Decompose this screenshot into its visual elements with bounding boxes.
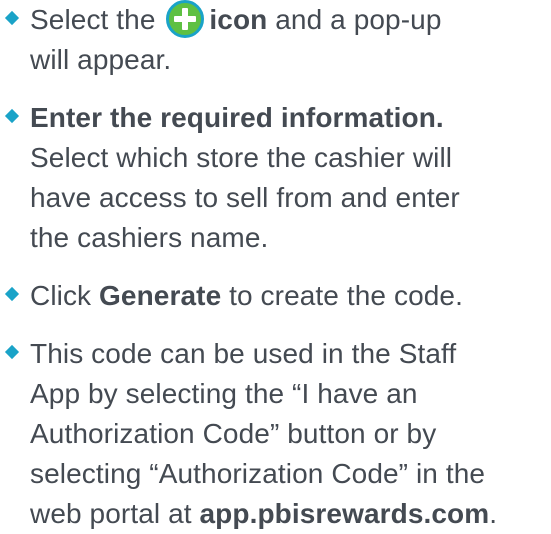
bullet-diamond-icon (4, 108, 20, 124)
list-item-line: web portal at app.pbisrewards.com. (30, 494, 551, 534)
text-run: . (489, 498, 498, 529)
instruction-list: Select the icon and a pop-up will appear… (0, 0, 551, 534)
list-item-line: Select which store the cashier will (30, 142, 453, 173)
text-run: Select the (30, 4, 164, 35)
list-item-line: Click Generate to create the code. (30, 276, 551, 316)
icon-word: icon (209, 4, 268, 35)
list-item: Enter the required information. Select w… (0, 98, 551, 258)
text-run: web portal at (30, 498, 200, 529)
list-item-line: the cashiers name. (30, 222, 269, 253)
generate-word: Generate (99, 280, 222, 311)
text-run: Click (30, 280, 100, 311)
list-item-line: Select the icon and a pop-up (30, 0, 551, 40)
list-item-line: will appear. (30, 44, 172, 75)
plus-circle-icon (166, 0, 205, 38)
list-item-line: This code can be used in the Staff (30, 338, 457, 369)
list-item-heading: Enter the required information. (30, 102, 444, 133)
list-item-line: have access to sell from and enter (30, 182, 460, 213)
list-item-line: App by selecting the “I have an (30, 378, 418, 409)
list-item: Click Generate to create the code. (0, 276, 551, 316)
portal-link-text: app.pbisrewards.com (199, 498, 490, 529)
bullet-diamond-icon (4, 286, 20, 302)
list-item: Select the icon and a pop-up will appear… (0, 0, 551, 80)
bullet-diamond-icon (4, 344, 20, 360)
list-item: This code can be used in the Staff App b… (0, 334, 551, 534)
bullet-diamond-icon (4, 10, 20, 26)
list-item-line: selecting “Authorization Code” in the (30, 458, 486, 489)
text-run: and a pop-up (267, 4, 442, 35)
list-item-line: Authorization Code” button or by (30, 418, 437, 449)
text-run: to create the code. (221, 280, 463, 311)
